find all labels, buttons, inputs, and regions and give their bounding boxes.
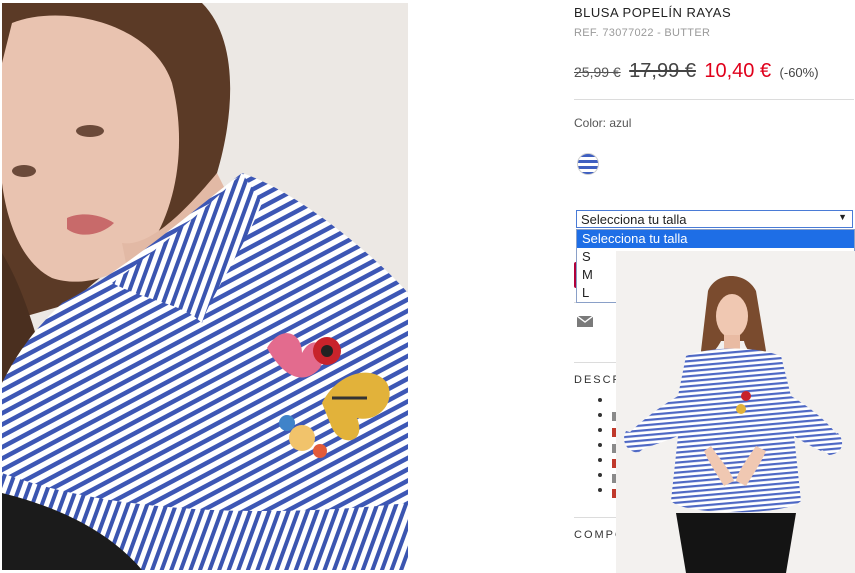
- bullet-point: [598, 473, 602, 477]
- bullet-point: [598, 398, 602, 402]
- bullet-point: [598, 488, 602, 492]
- product-reference: REF. 73077022 - BUTTER: [574, 27, 711, 39]
- color-label: Color: azul: [574, 116, 632, 130]
- size-option-placeholder[interactable]: Selecciona tu talla: [577, 230, 854, 248]
- bullet-point: [598, 458, 602, 462]
- previous-price: 17,99 €: [629, 60, 696, 82]
- bullet-point: [598, 428, 602, 432]
- discount-badge: (-60%): [779, 65, 819, 80]
- description-bullets: [598, 398, 602, 503]
- main-product-image[interactable]: [2, 3, 408, 570]
- bullet-point: [598, 413, 602, 417]
- color-swatch-azul[interactable]: [577, 153, 599, 175]
- envelope-icon[interactable]: [576, 314, 594, 332]
- sale-price: 10,40 €: [704, 60, 772, 82]
- bullet-point: [598, 443, 602, 447]
- price-block: 25,99 € 17,99 € 10,40 € (-60%): [574, 60, 819, 83]
- size-select-value: Selecciona tu talla: [581, 212, 687, 227]
- product-title: BLUSA POPELÍN RAYAS: [574, 5, 732, 20]
- caret-down-icon: ▼: [838, 212, 847, 222]
- size-select[interactable]: Selecciona tu talla ▼: [576, 210, 853, 228]
- divider: [574, 517, 616, 518]
- divider: [574, 362, 616, 363]
- divider: [574, 99, 854, 100]
- zoom-product-image[interactable]: [616, 251, 855, 573]
- original-price: 25,99 €: [574, 64, 621, 80]
